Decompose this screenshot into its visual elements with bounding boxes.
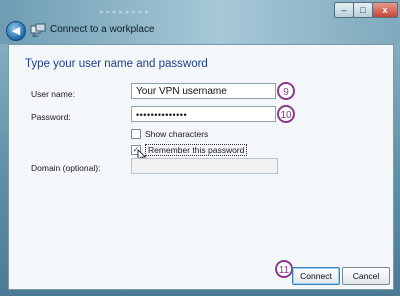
wizard-window: ▸ ▸ ▸ ▸ ▸ ▸ ▸ ▸ – □ x ◀ Connect to a wor… <box>0 0 400 296</box>
domain-input[interactable] <box>131 158 278 174</box>
maximize-button[interactable]: □ <box>353 2 373 18</box>
close-button[interactable]: x <box>372 2 398 18</box>
password-input[interactable]: •••••••••••••• <box>131 106 276 122</box>
password-label: Password: <box>31 112 71 122</box>
network-icon <box>30 23 46 37</box>
back-arrow-icon[interactable]: ◀ <box>6 21 26 41</box>
username-label: User name: <box>31 89 75 99</box>
username-input[interactable]: Your VPN username <box>131 83 276 99</box>
window-title: Connect to a workplace <box>50 24 155 35</box>
title-bar: ▸ ▸ ▸ ▸ ▸ ▸ ▸ ▸ – □ x ◀ Connect to a wor… <box>0 0 400 44</box>
show-characters-label: Show characters <box>145 129 209 139</box>
annotation-9: 9 <box>277 82 295 100</box>
annotation-10: 10 <box>277 105 295 123</box>
page-heading: Type your user name and password <box>25 58 208 70</box>
minimize-button[interactable]: – <box>334 2 354 18</box>
domain-label: Domain (optional): <box>31 163 101 173</box>
show-characters-checkbox[interactable]: Show characters <box>131 129 208 139</box>
remember-password-checkbox[interactable]: ✓ Remember this password <box>131 144 248 156</box>
annotation-11: 11 <box>275 260 293 278</box>
show-characters-box[interactable] <box>131 129 141 139</box>
wizard-content: Type your user name and password User na… <box>8 44 394 290</box>
background-address-bar: ▸ ▸ ▸ ▸ ▸ ▸ ▸ ▸ <box>100 9 150 16</box>
remember-password-label: Remember this password <box>145 144 248 156</box>
cancel-button[interactable]: Cancel <box>342 267 390 285</box>
connect-button[interactable]: Connect <box>292 267 340 285</box>
